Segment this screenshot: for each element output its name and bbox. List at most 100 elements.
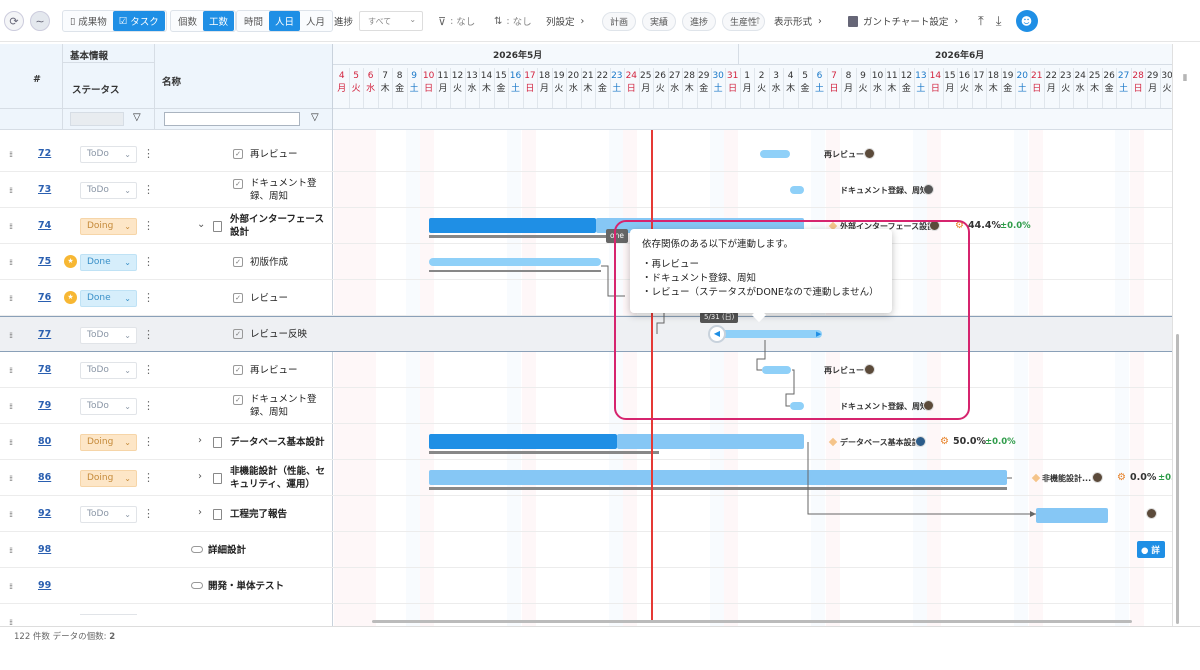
month-label: 2026年5月 [493,51,543,61]
scroll-thumb[interactable] [1176,334,1179,624]
day-label: 27 土 [1116,70,1130,96]
plan-pill[interactable]: 計画 [602,11,637,31]
divider [738,44,739,64]
day-weekday: 水 [1075,84,1085,94]
progress-select[interactable]: すべて ⌄ [359,11,424,31]
day-number: 13 [466,71,478,81]
filter-icon[interactable]: ▽ [133,112,141,123]
day-weekday: 土 [409,84,419,94]
day-label: 31 日 [725,70,739,96]
day-weekday: 日 [930,84,940,94]
person-day-button[interactable]: 人日 [269,11,301,31]
day-weekday: 金 [699,84,709,94]
task-rows: ⁞⁞ 72 ToDo ⌄ ⋮ ✓ 再レビュー 再レビュー ⁞⁞ 73 ToDo ⌄ … [0,130,1172,626]
day-number: 19 [553,71,565,81]
status-column-header[interactable]: ステータス [72,82,120,96]
up-arrow-icon: ↑ [754,15,762,27]
day-number: 7 [831,71,837,81]
doc-icon: ▯ [70,15,76,27]
day-label: 24 日 [624,70,638,96]
day-weekday: 金 [901,84,911,94]
day-weekday: 日 [829,84,839,94]
status-filter-input[interactable] [70,112,124,126]
name-column-header[interactable]: 名称 [162,74,181,88]
day-number: 12 [451,71,464,81]
actual-pill[interactable]: 実績 [642,11,677,31]
person-month-button[interactable]: 人月 [300,11,331,31]
day-number: 7 [382,71,388,81]
day-weekday: 土 [916,84,926,94]
filter-button[interactable]: ⊽: なし [438,10,475,32]
footer-status: 122 件数 データの個数: 2 [0,626,1200,648]
day-weekday: 金 [496,84,506,94]
day-label: 4木 [783,70,797,96]
day-weekday: 土 [1119,84,1129,94]
day-label: 16 土 [508,70,522,96]
day-number: 30 [1161,71,1172,81]
bot-icon[interactable]: ☻ [1015,10,1038,32]
day-label: 26 金 [1102,70,1116,96]
sort-button[interactable]: ⇅: なし [494,10,532,32]
day-label: 30 火 [1160,70,1172,96]
day-weekday: 土 [510,84,520,94]
day-label: 28 木 [682,70,696,96]
count-button[interactable]: 個数 [172,11,203,31]
day-number: 15 [495,71,507,81]
day-label: 24 水 [1073,70,1087,96]
day-label: 26 火 [653,70,667,96]
day-label: 7日 [827,70,841,96]
day-label: 4月 [335,70,349,96]
deliverable-button[interactable]: ▯ 成果物 [64,11,113,31]
day-number: 6 [367,71,374,81]
filter-icon[interactable]: ▽ [311,112,319,123]
day-weekday: 木 [988,84,998,94]
day-number: 20 [1016,71,1028,81]
day-label: 7木 [378,70,392,96]
horizontal-scrollbar[interactable] [372,620,1132,623]
time-button[interactable]: 時間 [238,11,269,31]
day-number: 23 [1059,71,1072,81]
day-weekday: 木 [380,84,390,94]
day-label: 17 日 [523,70,537,96]
number-column-header[interactable]: # [33,74,41,85]
day-label: 12 火 [450,70,464,96]
gantt-settings-button[interactable]: ガントチャート設定 › [848,10,958,32]
day-weekday: 木 [1090,84,1100,94]
day-weekday: 木 [583,84,593,94]
day-weekday: 月 [438,84,448,94]
day-number: 29 [697,71,710,81]
day-weekday: 日 [424,84,434,94]
chevron-right-icon: › [580,15,585,27]
column-toggle-icon[interactable]: ⦀ [1183,74,1187,84]
day-number: 21 [1031,71,1043,81]
day-number: 21 [582,71,594,81]
day-number: 26 [654,71,666,81]
day-label: 10 水 [870,70,884,96]
day-label: 25 月 [639,70,653,96]
trend-icon[interactable]: ∼ [30,11,50,31]
refresh-icon[interactable]: ⟳ [4,11,24,31]
day-number: 11 [886,71,898,81]
chevron-right-icon: › [817,15,822,27]
day-weekday: 土 [713,84,723,94]
day-number: 8 [845,71,852,81]
effort-button[interactable]: 工数 [203,11,235,31]
progress-pill[interactable]: 進捗 [682,11,717,31]
day-number: 30 [712,71,724,81]
name-filter-input[interactable] [164,112,300,126]
day-label: 20 水 [566,70,580,96]
day-number: 2 [758,71,765,81]
divider [333,108,1172,109]
display-format-button[interactable]: ↑ 表示形式 › [754,10,822,32]
day-number: 22 [1045,71,1057,81]
column-settings-button[interactable]: 列設定 › [546,10,584,32]
day-label: 13 水 [465,70,479,96]
vertical-scrollbar[interactable]: ⦀ [1172,44,1200,626]
upload-icon[interactable]: ⤒ [978,14,984,29]
day-weekday: 日 [1032,84,1042,94]
download-icon[interactable]: ⤓ [996,14,1002,29]
day-weekday: 月 [337,84,347,94]
task-button[interactable]: ☑ タスク [112,11,165,31]
day-weekday: 月 [945,84,955,94]
day-number: 22 [596,71,609,81]
